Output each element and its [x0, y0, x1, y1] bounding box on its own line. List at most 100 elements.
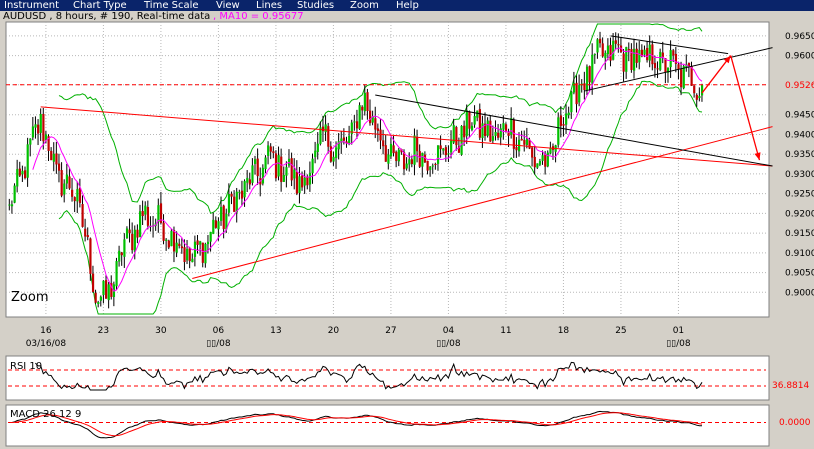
- date-tick-label: 23: [98, 326, 109, 336]
- candle-body: [175, 242, 178, 253]
- candle-body: [614, 40, 617, 44]
- macd-panel[interactable]: [5, 404, 770, 447]
- candle-body: [34, 124, 37, 128]
- candle-body: [162, 222, 165, 241]
- date-axis: 16 23 30 06 13 20 27 04 11 18 25 01 03/16/08 ▯▯/08 ▯▯/…: [26, 326, 691, 349]
- price-tick-label: 0.9450: [785, 111, 814, 121]
- candle-body: [99, 296, 102, 301]
- candle-body: [353, 121, 356, 123]
- candle-body: [659, 52, 662, 70]
- candle-body: [379, 129, 382, 141]
- candle-body: [172, 230, 176, 252]
- candle-body: [677, 64, 680, 70]
- menu-lines[interactable]: Lines: [256, 0, 282, 11]
- candle-body: [295, 171, 299, 194]
- candle-body: [588, 66, 591, 83]
- candle-body: [50, 150, 53, 161]
- menu-studies[interactable]: Studies: [297, 0, 334, 11]
- candle-body: [421, 152, 424, 167]
- candle-body: [308, 172, 312, 185]
- candle-body: [413, 135, 416, 165]
- candle-body: [186, 248, 189, 261]
- candle-body: [23, 170, 27, 179]
- menu-zoom[interactable]: Zoom: [350, 0, 379, 11]
- candle-body: [63, 183, 66, 195]
- menu-time-scale[interactable]: Time Scale: [144, 0, 199, 11]
- candle-body: [21, 170, 24, 175]
- candle-body: [55, 153, 58, 165]
- candle-body: [91, 273, 95, 292]
- candle-body: [183, 247, 186, 262]
- candle-body: [86, 235, 89, 238]
- candle-body: [653, 62, 657, 69]
- candle-body: [261, 167, 265, 184]
- candle-body: [238, 191, 241, 193]
- candle-body: [141, 210, 144, 217]
- price-tick-label: 0.9100: [785, 249, 814, 259]
- candle-body: [669, 50, 672, 68]
- candle-body: [274, 153, 278, 179]
- candle-body: [105, 280, 108, 299]
- candle-body: [57, 163, 61, 171]
- candle-body: [664, 58, 667, 73]
- candle-body: [609, 44, 612, 61]
- candle-body: [648, 44, 651, 61]
- candle-body: [282, 174, 285, 182]
- candle-body: [544, 154, 547, 167]
- candle-body: [269, 146, 272, 152]
- menu-help[interactable]: Help: [396, 0, 419, 11]
- candle-body: [204, 244, 207, 264]
- candle-body: [434, 163, 437, 165]
- candle-body: [450, 140, 453, 153]
- candle-body: [191, 258, 194, 263]
- date-month-label: ▯▯/08: [206, 339, 231, 349]
- rsi-value-label: 36.8814: [772, 381, 809, 391]
- candle-body: [612, 40, 615, 60]
- candle-body: [209, 231, 212, 242]
- candle-body: [355, 121, 359, 129]
- candle-body: [220, 207, 223, 221]
- candle-body: [248, 179, 251, 185]
- candle-body: [311, 158, 314, 174]
- candle-body: [206, 241, 210, 245]
- candle-body: [144, 205, 147, 215]
- price-tick-label: 0.9250: [785, 190, 814, 200]
- candle-body: [42, 113, 45, 142]
- rsi-panel[interactable]: [5, 355, 770, 401]
- candle-body: [690, 66, 693, 86]
- candle-body: [672, 50, 675, 56]
- price-tick-label: 0.9200: [785, 209, 814, 219]
- menu-chart-type[interactable]: Chart Type: [73, 0, 127, 11]
- candle-body: [557, 117, 560, 145]
- candle-body: [31, 126, 35, 138]
- candle-body: [507, 132, 510, 136]
- candle-body: [52, 153, 55, 162]
- candle-body: [408, 159, 411, 165]
- candle-body: [81, 204, 84, 227]
- candle-body: [369, 110, 372, 124]
- candle-body: [123, 239, 126, 257]
- date-month-label: ▯▯/08: [436, 339, 461, 349]
- candle-body: [128, 229, 131, 234]
- price-tick-label: 0.9050: [785, 269, 814, 279]
- candle-body: [468, 111, 471, 129]
- candle-body: [416, 136, 419, 152]
- candle-body: [643, 49, 646, 55]
- candle-body: [525, 138, 529, 145]
- candle-body: [73, 197, 76, 202]
- candle-body: [515, 147, 518, 151]
- candle-body: [384, 145, 387, 162]
- price-tick-label: 0.9526: [785, 81, 814, 91]
- candle-body: [65, 174, 69, 184]
- candle-body: [324, 124, 327, 133]
- macd-value-label: 0.0000: [779, 418, 811, 428]
- candle-body: [366, 92, 369, 112]
- candle-body: [68, 176, 71, 189]
- candle-body: [622, 53, 625, 72]
- candle-body: [575, 82, 578, 105]
- candle-body: [565, 113, 568, 125]
- menu-view[interactable]: View: [216, 0, 240, 11]
- candle-body: [131, 233, 134, 251]
- menu-instrument[interactable]: Instrument: [4, 0, 59, 11]
- candle-body: [18, 168, 21, 176]
